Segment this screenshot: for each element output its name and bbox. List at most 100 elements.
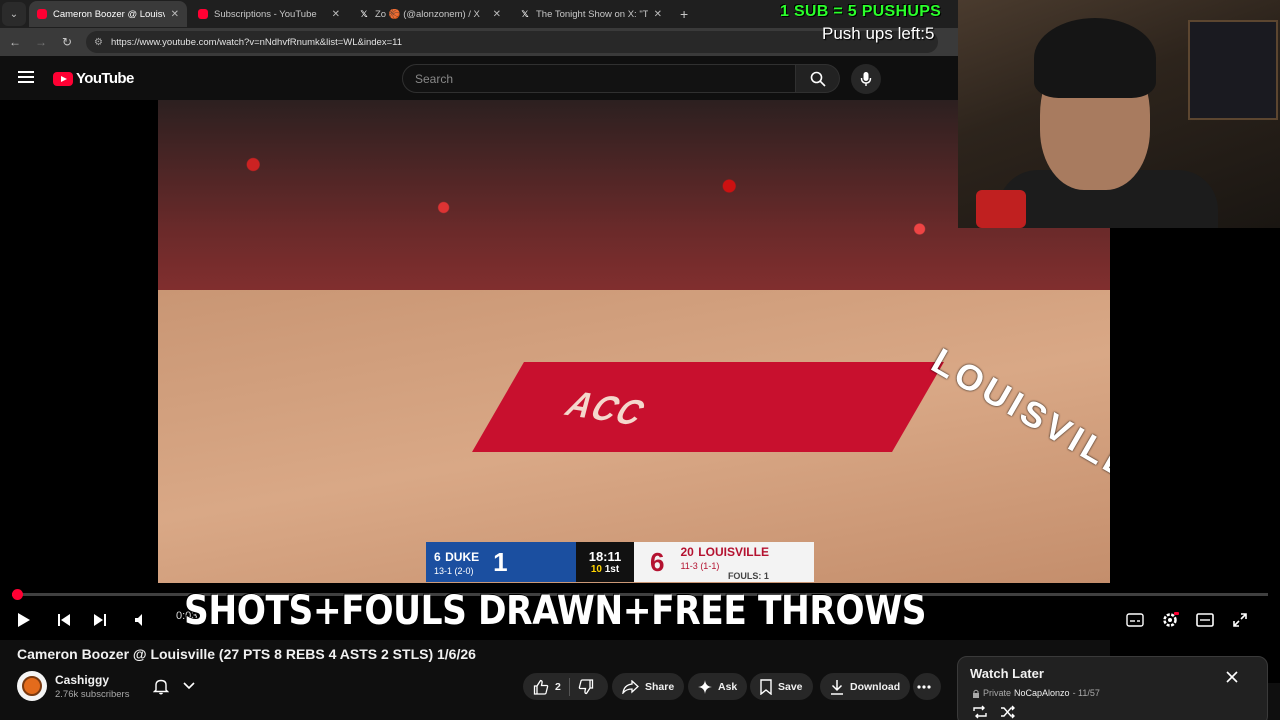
browser-tab-x-profile[interactable]: 𝕏 Zo 🏀 (@alonzonem) / X ✕ — [351, 1, 509, 27]
search-button[interactable] — [796, 64, 840, 93]
playlist-position: - 11/57 — [1072, 688, 1100, 698]
more-horizontal-icon — [917, 684, 931, 689]
search-placeholder: Search — [415, 71, 454, 86]
playlist-owner[interactable]: NoCapAlonzo — [1014, 688, 1070, 698]
like-icon[interactable] — [533, 679, 549, 695]
ask-label: Ask — [718, 680, 738, 693]
microphone-icon — [860, 72, 872, 86]
settings-button[interactable] — [1158, 608, 1182, 632]
loop-icon[interactable] — [972, 705, 988, 719]
playlist-privacy: Private — [983, 688, 1012, 698]
screen-root: ⌄ Cameron Boozer @ Louisville (2 ✕ Subsc… — [0, 0, 1280, 720]
bell-icon — [153, 679, 169, 694]
team-score: 1 — [493, 546, 508, 577]
site-info-icon[interactable]: ⚙ — [94, 37, 103, 48]
youtube-wordmark: YouTube — [76, 70, 134, 87]
close-playlist-button[interactable] — [1226, 670, 1238, 688]
close-icon — [1226, 671, 1238, 683]
fullscreen-icon — [1233, 613, 1247, 627]
streamer-webcam — [958, 0, 1280, 228]
previous-icon — [58, 614, 70, 626]
new-tab-icon[interactable]: + — [680, 6, 688, 22]
court-paint — [472, 362, 944, 452]
notification-bell-button[interactable] — [146, 673, 202, 699]
browser-toolbar: ← → ↻ ⚙ https://www.youtube.com/watch?v=… — [0, 28, 958, 56]
scrubber-handle[interactable] — [12, 589, 24, 600]
close-icon[interactable]: ✕ — [654, 9, 662, 20]
team-name: DUKE — [445, 550, 480, 564]
divider — [568, 677, 570, 696]
playlist-panel: Watch Later Private NoCapAlonzo - 11/57 — [957, 656, 1268, 720]
volume-icon — [135, 614, 142, 626]
tab-title: Cameron Boozer @ Louisville (2 — [53, 8, 165, 20]
chevron-down-icon — [183, 682, 195, 690]
game-clock: 18:11 10 1st — [576, 542, 634, 582]
close-icon[interactable]: ✕ — [332, 9, 340, 20]
share-button[interactable]: Share — [612, 673, 685, 700]
streamer-beanie — [1034, 18, 1156, 98]
previous-button[interactable] — [52, 608, 76, 632]
channel-avatar[interactable] — [17, 671, 47, 701]
voice-search-button[interactable] — [851, 64, 881, 94]
channel-name[interactable]: Cashiggy — [55, 673, 109, 687]
theater-icon — [1196, 613, 1214, 627]
close-icon[interactable]: ✕ — [171, 9, 179, 20]
next-button[interactable] — [88, 608, 112, 632]
browser-tab-youtube-video[interactable]: Cameron Boozer @ Louisville (2 ✕ — [29, 1, 187, 27]
team-rank: 6 — [434, 550, 441, 564]
more-actions-button[interactable] — [913, 673, 941, 700]
menu-icon[interactable] — [18, 71, 34, 83]
like-dislike-group: 2 — [523, 673, 608, 700]
x-icon: 𝕏 — [521, 9, 529, 19]
microphone-prop — [976, 190, 1026, 228]
browser-tab-subscriptions[interactable]: Subscriptions - YouTube ✕ — [190, 1, 348, 27]
team-fouls: FOULS: 1 — [727, 571, 769, 581]
address-bar[interactable]: ⚙ https://www.youtube.com/watch?v=nNdhvf… — [86, 31, 938, 53]
theater-mode-button[interactable] — [1193, 608, 1217, 632]
youtube-icon — [37, 9, 47, 19]
tab-search-icon[interactable]: ⌄ — [2, 2, 26, 26]
dislike-icon[interactable] — [578, 678, 594, 695]
volume-button[interactable] — [130, 608, 154, 632]
period: 1st — [604, 564, 620, 575]
video-caption-overlay: SHOTS+FOULS DRAWN+FREE THROWS — [184, 588, 927, 634]
search-input[interactable]: Search — [402, 64, 796, 93]
save-label: Save — [778, 680, 803, 693]
subtitles-button[interactable] — [1123, 608, 1147, 632]
tab-title: Subscriptions - YouTube — [214, 8, 317, 20]
pushups-counter-overlay: Push ups left:5 — [822, 24, 935, 43]
back-icon[interactable]: ← — [4, 35, 26, 49]
download-button[interactable]: Download — [820, 673, 911, 700]
reload-icon[interactable]: ↻ — [56, 35, 78, 49]
clock-time: 18:11 — [588, 549, 622, 564]
fullscreen-button[interactable] — [1228, 608, 1252, 632]
youtube-icon — [198, 9, 208, 19]
close-icon[interactable]: ✕ — [493, 9, 501, 20]
team-name: LOUISVILLE — [698, 545, 769, 559]
playlist-title[interactable]: Watch Later — [970, 666, 1044, 681]
basketball-icon — [22, 676, 42, 696]
bookmark-icon — [760, 678, 772, 695]
video-title: Cameron Boozer @ Louisville (27 PTS 8 RE… — [17, 646, 476, 662]
play-button[interactable] — [12, 608, 36, 632]
scorebug: 6 DUKE 13-1 (2-0) 1 18:11 10 1st 6 20 LO… — [426, 542, 814, 582]
share-label: Share — [645, 680, 675, 693]
ask-button[interactable]: Ask — [688, 673, 748, 700]
like-count[interactable]: 2 — [555, 681, 561, 693]
sub-goal-overlay: 1 SUB = 5 PUSHUPS — [780, 3, 942, 20]
browser-tab-x-tonight-show[interactable]: 𝕏 The Tonight Show on X: "TONIG ✕ — [512, 1, 670, 27]
share-icon — [622, 679, 639, 694]
youtube-logo[interactable]: YouTube — [53, 70, 134, 87]
shot-clock: 10 — [590, 564, 602, 575]
save-button[interactable]: Save — [750, 673, 813, 700]
subtitles-icon — [1126, 613, 1144, 627]
shuffle-icon[interactable] — [1000, 705, 1016, 719]
lock-icon — [973, 689, 979, 698]
tab-title: Zo 🏀 (@alonzonem) / X — [375, 8, 480, 20]
subscriber-count: 2.76k subscribers — [55, 689, 130, 700]
team-score: 6 — [650, 546, 665, 577]
search-icon — [810, 71, 826, 87]
url-text: https://www.youtube.com/watch?v=nNdhvfRn… — [110, 36, 403, 48]
webcam-window-background — [1188, 20, 1278, 120]
forward-icon[interactable]: → — [30, 35, 52, 49]
